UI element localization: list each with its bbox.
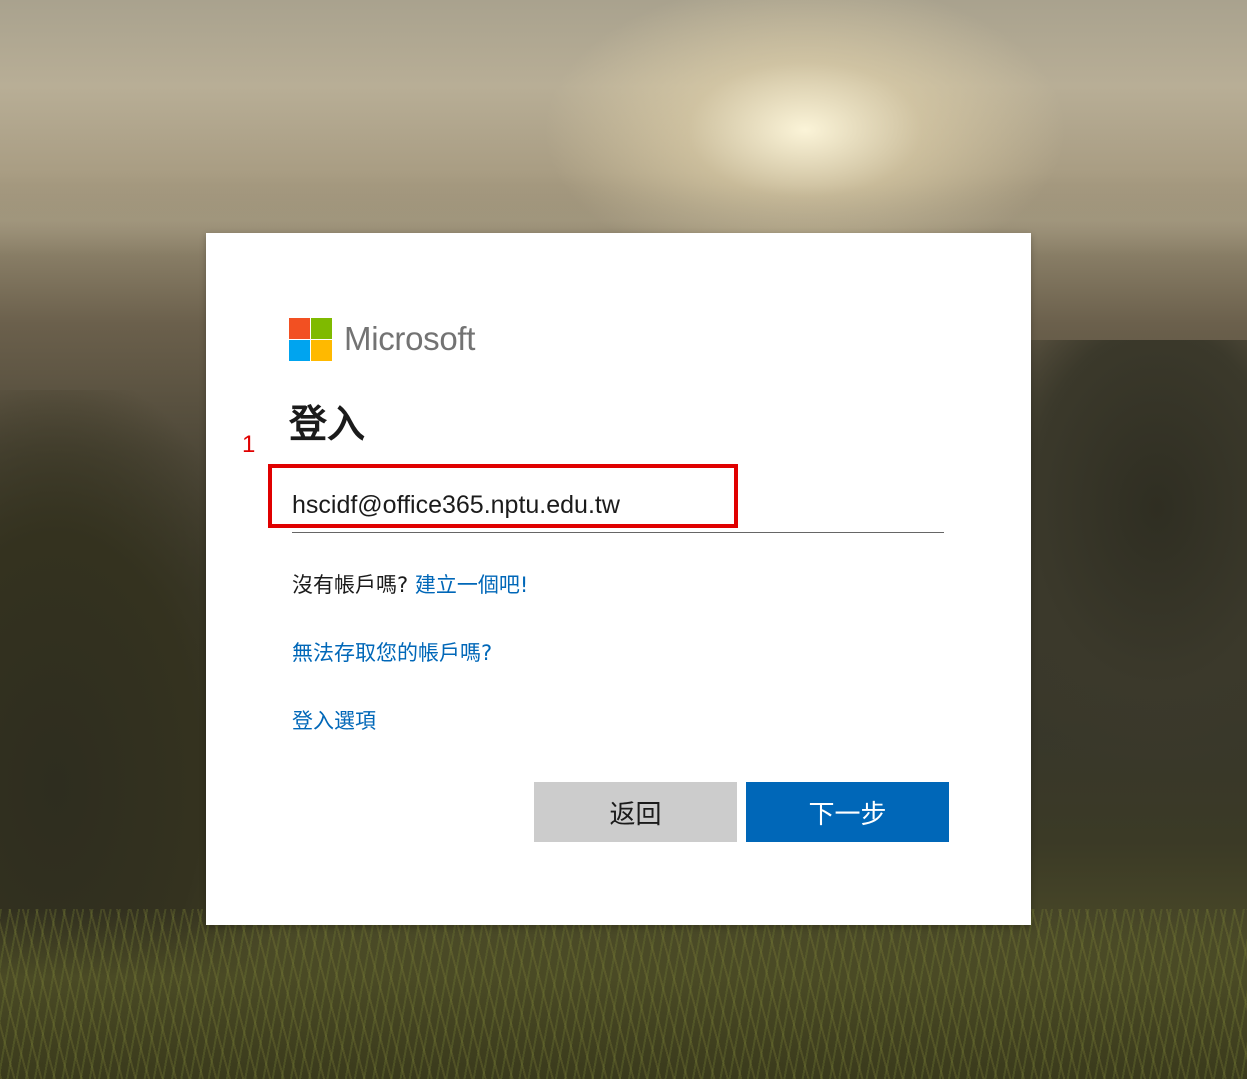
microsoft-wordmark: Microsoft bbox=[344, 320, 476, 357]
no-account-line: 沒有帳戶嗎? 建立一個吧! bbox=[292, 569, 528, 599]
create-account-link[interactable]: 建立一個吧! bbox=[415, 573, 528, 597]
email-field[interactable] bbox=[292, 478, 944, 533]
next-button[interactable]: 下一步 bbox=[746, 782, 949, 842]
signin-options-line: 登入選項 bbox=[292, 705, 376, 735]
annotation-step-number: 1 bbox=[242, 431, 256, 458]
logo-square-red bbox=[289, 317, 310, 339]
back-button[interactable]: 返回 bbox=[534, 782, 737, 842]
signin-card: Microsoft 登入 1 沒有帳戶嗎? 建立一個吧! 無法存取您的帳戶嗎? … bbox=[206, 233, 1031, 925]
microsoft-logo: Microsoft bbox=[289, 317, 475, 361]
background-grass bbox=[0, 909, 1247, 1079]
page-title: 登入 bbox=[289, 402, 366, 446]
cant-access-account-link[interactable]: 無法存取您的帳戶嗎? bbox=[292, 641, 492, 665]
logo-square-yellow bbox=[311, 339, 332, 361]
signin-options-link[interactable]: 登入選項 bbox=[292, 709, 376, 733]
no-account-text: 沒有帳戶嗎? bbox=[292, 573, 409, 597]
microsoft-logo-icon bbox=[289, 317, 332, 361]
logo-square-blue bbox=[289, 339, 310, 361]
logo-square-green bbox=[311, 317, 332, 339]
login-screen: Microsoft 登入 1 沒有帳戶嗎? 建立一個吧! 無法存取您的帳戶嗎? … bbox=[0, 0, 1247, 1079]
cant-access-line: 無法存取您的帳戶嗎? bbox=[292, 637, 492, 667]
